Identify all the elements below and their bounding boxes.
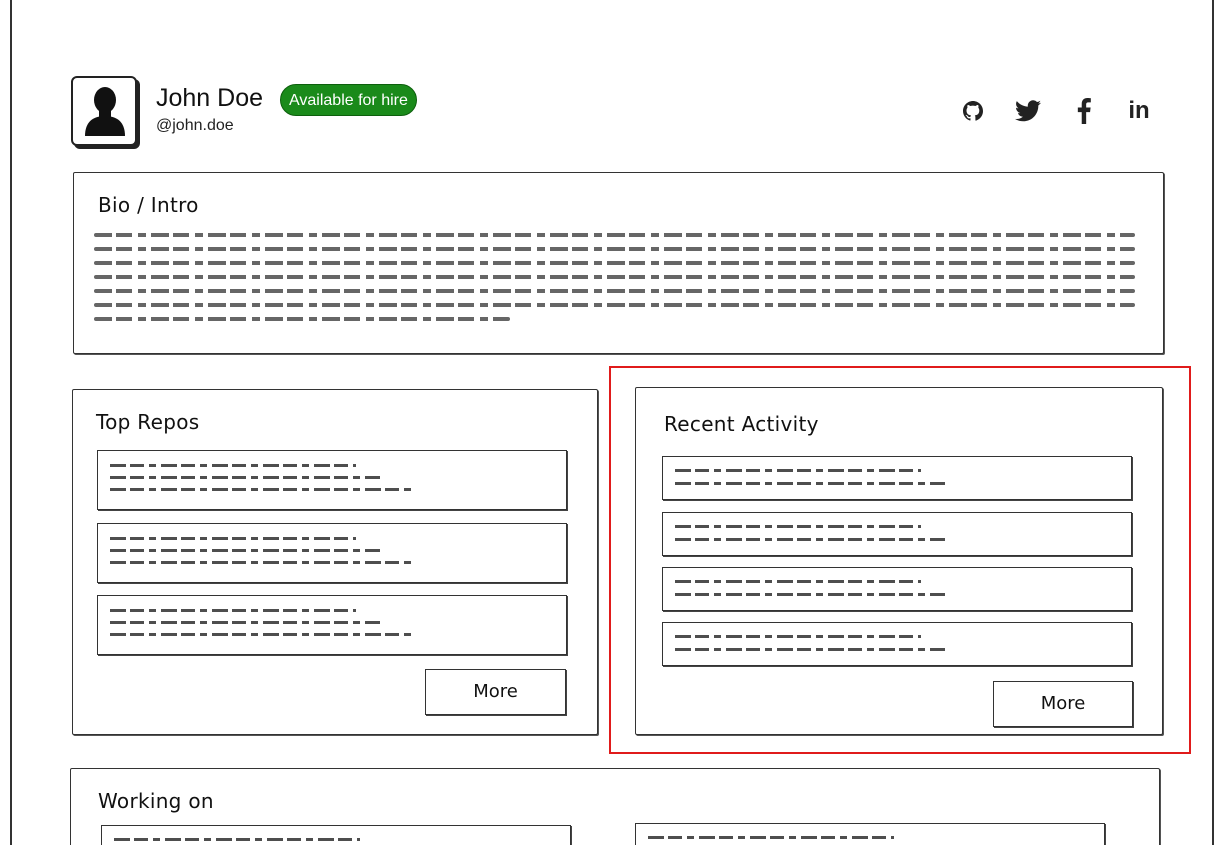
github-icon — [963, 101, 984, 121]
activity-card[interactable] — [662, 512, 1132, 556]
top-repos-title: Top Repos — [96, 410, 200, 434]
facebook-link[interactable] — [1070, 96, 1098, 126]
recent-activity-panel: Recent Activity More — [635, 387, 1163, 735]
twitter-icon — [1015, 100, 1041, 122]
profile-handle: @john.doe — [156, 117, 234, 134]
repo-card[interactable] — [97, 450, 567, 510]
availability-badge: Available for hire — [280, 84, 417, 116]
twitter-link[interactable] — [1012, 96, 1044, 126]
activity-card[interactable] — [662, 456, 1132, 500]
recent-activity-more-button[interactable]: More — [993, 681, 1133, 727]
linkedin-icon: in — [1128, 97, 1150, 124]
linkedin-link[interactable]: in — [1124, 96, 1154, 126]
user-silhouette-icon — [85, 87, 125, 136]
github-link[interactable] — [958, 96, 988, 126]
bio-title: Bio / Intro — [98, 193, 199, 217]
recent-activity-title: Recent Activity — [664, 412, 819, 436]
repo-card[interactable] — [97, 595, 567, 655]
activity-card[interactable] — [662, 622, 1132, 666]
working-on-title: Working on — [98, 789, 214, 813]
top-repos-more-button[interactable]: More — [425, 669, 566, 715]
repo-card[interactable] — [97, 523, 567, 583]
avatar[interactable] — [71, 76, 137, 146]
top-repos-panel: Top Repos More — [72, 389, 598, 735]
bio-text — [94, 229, 1135, 330]
working-on-panel: Working on — [70, 768, 1160, 845]
facebook-icon — [1077, 98, 1091, 124]
bio-panel: Bio / Intro — [73, 172, 1164, 354]
activity-card[interactable] — [662, 567, 1132, 611]
profile-name: John Doe — [156, 84, 264, 112]
working-on-card[interactable] — [101, 825, 571, 845]
working-on-card[interactable] — [635, 823, 1105, 845]
